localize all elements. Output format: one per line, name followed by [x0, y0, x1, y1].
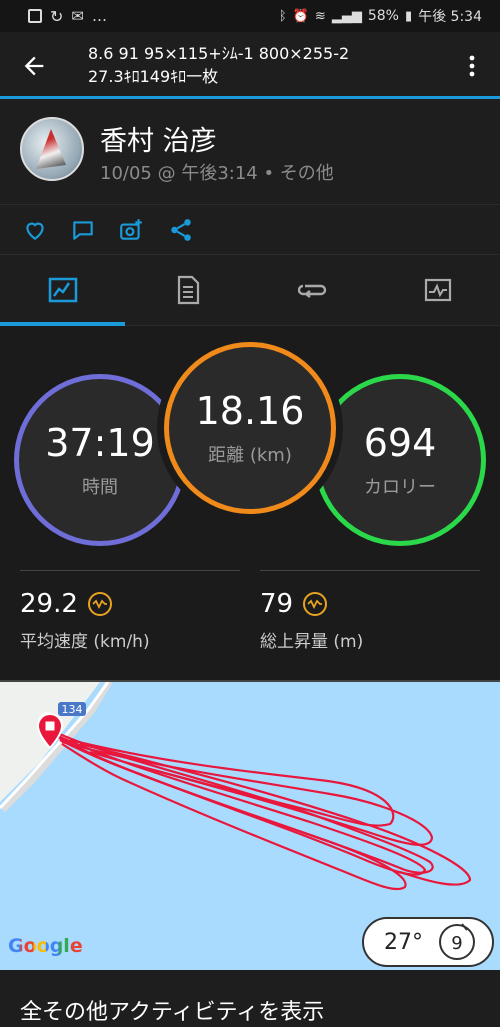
clock: 午後 5:34: [418, 9, 482, 25]
tab-charts[interactable]: [375, 255, 500, 325]
map-summary-icon: [48, 277, 77, 303]
performance-badge-icon: [87, 592, 112, 616]
stats-panel: 37:19 時間 694 カロリー 18.16 距離 (km) 29.2 平均速…: [0, 326, 500, 678]
more-vert-icon[interactable]: [462, 52, 482, 80]
share-icon[interactable]: [168, 217, 194, 243]
time-value: 37:19: [45, 421, 155, 465]
google-logo: Google: [8, 935, 83, 957]
wifi-icon: ≋: [314, 8, 326, 24]
signal-icon: ▂▄▆: [331, 8, 362, 24]
sync-icon: ↻: [50, 6, 64, 26]
view-all-activities-text: 全その他アクティビティを表示: [20, 1000, 325, 1025]
more-icon: …: [91, 7, 107, 25]
road-number: 134: [62, 703, 83, 716]
avatar[interactable]: [20, 117, 84, 181]
bluetooth-icon: ᛒ: [278, 8, 287, 24]
comment-icon[interactable]: [70, 217, 96, 243]
action-bar: [0, 204, 500, 254]
performance-badge-icon: [303, 592, 328, 616]
profile-section: 香村 治彦 10/05 @ 午後3:14 • その他: [0, 99, 500, 204]
activity-meta: 10/05 @ 午後3:14 • その他: [100, 163, 334, 184]
wind-icon: 9: [439, 923, 475, 960]
temperature: 27°: [384, 929, 423, 955]
time-label: 時間: [82, 477, 118, 498]
heart-icon[interactable]: [22, 217, 48, 243]
calories-label: カロリー: [364, 477, 436, 498]
tab-laps[interactable]: [250, 255, 375, 325]
time-ring: 37:19 時間: [14, 374, 186, 546]
google-logo-text: Google: [8, 935, 83, 957]
view-all-activities-row[interactable]: 全その他アクティビティを表示: [0, 970, 500, 1027]
ascent-label: 総上昇量 (m): [260, 632, 364, 652]
avg-speed-metric: 29.2 平均速度 (km/h): [20, 570, 240, 652]
image-icon: [28, 9, 42, 23]
battery-icon: ▮: [404, 8, 413, 24]
route-track: [54, 730, 472, 891]
calories-value: 694: [363, 421, 437, 465]
user-name: 香村 治彦: [100, 126, 217, 157]
back-arrow-icon[interactable]: [20, 52, 48, 80]
activity-title-line2: 27.3ｷﾛ149ｷﾛ一枚: [88, 67, 219, 86]
document-icon: [177, 275, 199, 305]
battery-percent: 58%: [367, 8, 399, 24]
app-bar: 8.6 91 95×115+ｼﾑ-1 800×255-2 27.3ｷﾛ149ｷﾛ…: [0, 32, 500, 98]
distance-ring: 18.16 距離 (km): [164, 342, 336, 514]
avg-speed-value: 29.2: [20, 589, 78, 619]
tab-map-summary[interactable]: [0, 255, 125, 325]
activity-title-line1: 8.6 91 95×115+ｼﾑ-1 800×255-2: [88, 44, 350, 63]
wind-speed: 9: [451, 933, 462, 954]
weather-badge[interactable]: 27° 9: [362, 917, 494, 967]
distance-value: 18.16: [195, 389, 305, 433]
mail-icon: ✉: [71, 7, 84, 25]
tab-details[interactable]: [125, 255, 250, 325]
ascent-metric: 79 総上昇量 (m): [260, 570, 480, 652]
status-bar: ↻ ✉ … ᛒ ⏰ ≋ ▂▄▆ 58% ▮ 午後 5:34: [0, 0, 500, 32]
tab-bar: [0, 254, 500, 326]
chart-icon: [424, 278, 451, 302]
add-photo-icon[interactable]: [118, 217, 144, 243]
calories-ring: 694 カロリー: [314, 374, 486, 546]
ascent-value: 79: [260, 589, 294, 619]
activity-title: 8.6 91 95×115+ｼﾑ-1 800×255-2 27.3ｷﾛ149ｷﾛ…: [88, 42, 349, 88]
avg-speed-label: 平均速度 (km/h): [20, 632, 150, 652]
alarm-icon: ⏰: [292, 8, 309, 24]
status-right-icons: ᛒ ⏰ ≋ ▂▄▆ 58% ▮ 午後 5:34: [279, 6, 482, 26]
status-left-icons: ↻ ✉ …: [28, 7, 107, 26]
laps-icon: [297, 284, 326, 298]
distance-label: 距離 (km): [208, 445, 292, 466]
